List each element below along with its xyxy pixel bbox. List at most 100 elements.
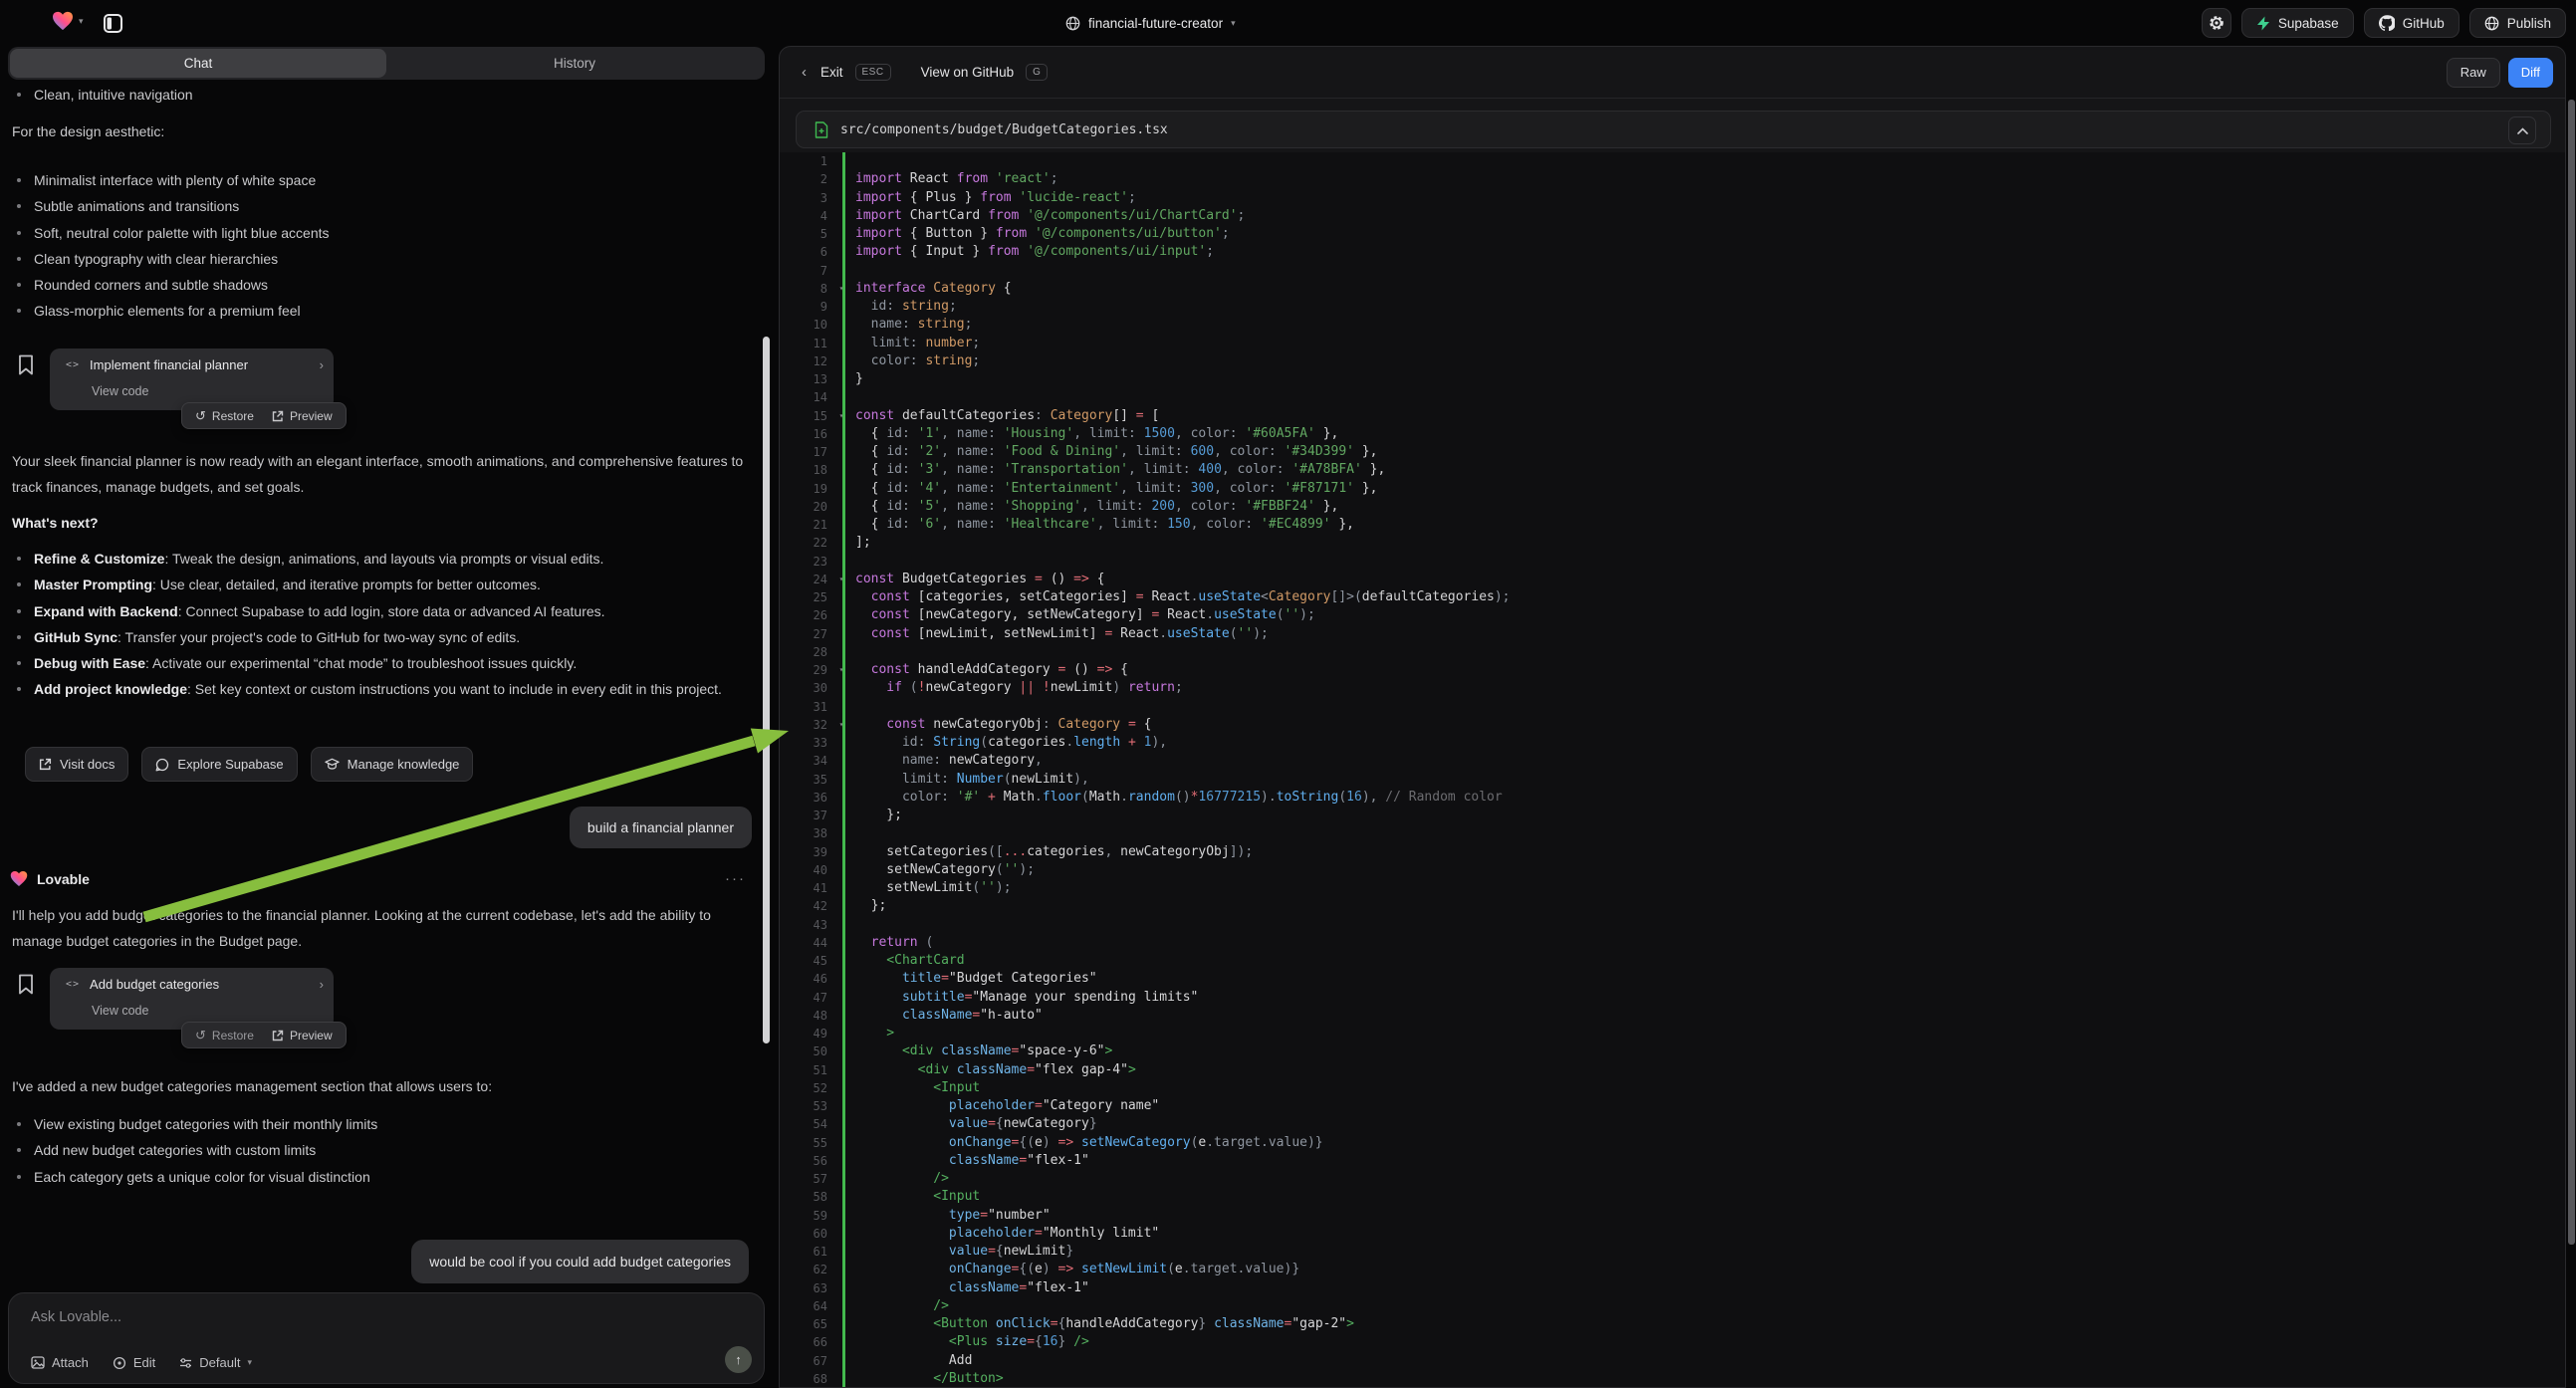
tab-chat[interactable]: Chat xyxy=(10,49,386,78)
fold-gutter xyxy=(827,189,855,207)
code-line: 4import ChartCard from '@/components/ui/… xyxy=(780,207,2565,225)
line-number: 33 xyxy=(780,734,827,752)
file-path-bar[interactable]: src/components/budget/BudgetCategories.t… xyxy=(796,111,2551,148)
explore-supabase-button[interactable]: Explore Supabase xyxy=(141,747,297,782)
composer[interactable]: Ask Lovable... Attach Edit xyxy=(8,1292,765,1384)
assistant-message-1: I'll help you add budget categories to t… xyxy=(12,902,757,955)
code-text: <Button onClick={handleAddCategory} clas… xyxy=(855,1315,1354,1333)
publish-button[interactable]: Publish xyxy=(2469,8,2566,38)
code-line: 49 > xyxy=(780,1025,2565,1042)
restore-button[interactable]: ↺ Restore xyxy=(186,1028,263,1043)
fold-chevron-icon[interactable]: ▾ xyxy=(827,571,855,588)
code-text: placeholder="Monthly limit" xyxy=(855,1225,1159,1243)
view-code-link[interactable]: View code xyxy=(92,384,148,398)
line-number: 26 xyxy=(780,606,827,624)
bookmark-icon[interactable] xyxy=(18,354,34,375)
fold-chevron-icon[interactable]: ▾ xyxy=(827,661,855,679)
chevron-down-icon: ▾ xyxy=(247,1357,252,1368)
attach-label: Attach xyxy=(52,1355,89,1370)
composer-toolbar: Attach Edit Default xyxy=(31,1355,252,1370)
fold-gutter xyxy=(827,606,855,624)
chat-scrollbar[interactable] xyxy=(763,337,770,1043)
code-line: 42 }; xyxy=(780,897,2565,915)
preview-button[interactable]: Preview xyxy=(263,1029,342,1042)
send-button[interactable]: ↑ xyxy=(725,1346,752,1373)
manage-knowledge-button[interactable]: Manage knowledge xyxy=(311,747,474,782)
restore-label: Restore xyxy=(212,409,254,423)
fold-gutter xyxy=(827,1207,855,1225)
list-item: Add new budget categories with custom li… xyxy=(0,1137,757,1163)
line-number: 65 xyxy=(780,1315,827,1333)
editor-scrollbar[interactable] xyxy=(2568,100,2575,1245)
diff-toggle-button[interactable]: Diff xyxy=(2508,58,2553,88)
list-item: Minimalist interface with plenty of whit… xyxy=(0,167,757,193)
code-editor-panel: ‹ Exit ESC View on GitHub G Raw Diff src… xyxy=(779,46,2566,1388)
edit-card-implement-financial-planner[interactable]: <> Implement financial planner › View co… xyxy=(50,348,334,410)
code-line: 25 const [categories, setCategories] = R… xyxy=(780,588,2565,606)
bullet-icon xyxy=(17,1148,21,1152)
raw-toggle-button[interactable]: Raw xyxy=(2447,58,2500,88)
preview-button[interactable]: Preview xyxy=(263,409,342,423)
code-text: }; xyxy=(855,897,886,915)
fold-gutter xyxy=(827,789,855,807)
supabase-button[interactable]: Supabase xyxy=(2241,8,2354,38)
view-code-link[interactable]: View code xyxy=(92,1004,148,1018)
restore-button[interactable]: ↺ Restore xyxy=(186,408,263,424)
code-line: 66 <Plus size={16} /> xyxy=(780,1333,2565,1351)
tab-history[interactable]: History xyxy=(386,49,763,78)
code-text: setNewCategory(''); xyxy=(855,861,1035,879)
exit-button[interactable]: Exit xyxy=(820,65,843,80)
code-line: 56 className="flex-1" xyxy=(780,1152,2565,1170)
preview-label: Preview xyxy=(290,1029,333,1042)
line-number: 23 xyxy=(780,553,827,571)
back-chevron-icon[interactable]: ‹ xyxy=(802,64,807,81)
graduation-cap-icon xyxy=(325,758,340,771)
code-text: onChange={(e) => setNewCategory(e.target… xyxy=(855,1134,1323,1152)
code-line: 15▾const defaultCategories: Category[] =… xyxy=(780,407,2565,425)
chevron-right-icon: › xyxy=(320,357,324,372)
collapse-file-button[interactable] xyxy=(2508,116,2536,144)
code-line: 63 className="flex-1" xyxy=(780,1279,2565,1297)
fold-chevron-icon[interactable]: ▾ xyxy=(827,716,855,734)
code-view[interactable]: 12import React from 'react';3import { Pl… xyxy=(780,152,2565,1387)
github-button[interactable]: GitHub xyxy=(2364,8,2459,38)
edit-mode-button[interactable]: Edit xyxy=(113,1355,155,1370)
line-number: 42 xyxy=(780,897,827,915)
code-text: value={newLimit} xyxy=(855,1243,1073,1261)
fold-chevron-icon[interactable]: ▾ xyxy=(827,407,855,425)
visit-docs-button[interactable]: Visit docs xyxy=(25,747,128,782)
fold-gutter xyxy=(827,643,855,661)
fold-gutter xyxy=(827,1007,855,1025)
code-text: name: string; xyxy=(855,316,972,334)
attach-button[interactable]: Attach xyxy=(31,1355,89,1370)
settings-button[interactable] xyxy=(2202,8,2231,38)
code-line: 46 title="Budget Categories" xyxy=(780,970,2565,988)
code-line: 3import { Plus } from 'lucide-react'; xyxy=(780,189,2565,207)
fold-gutter xyxy=(827,1134,855,1152)
code-line: 30 if (!newCategory || !newLimit) return… xyxy=(780,679,2565,697)
code-line: 34 name: newCategory, xyxy=(780,752,2565,770)
edit-card-add-budget-categories[interactable]: <> Add budget categories › View code xyxy=(50,968,334,1030)
chat-input[interactable]: Ask Lovable... xyxy=(31,1309,121,1325)
view-on-github-button[interactable]: View on GitHub xyxy=(921,65,1015,80)
fold-chevron-icon[interactable]: ▾ xyxy=(827,280,855,298)
list-item: Master Prompting: Use clear, detailed, a… xyxy=(0,572,745,597)
code-line: 48 className="h-auto" xyxy=(780,1007,2565,1025)
line-number: 4 xyxy=(780,207,827,225)
fold-gutter xyxy=(827,1170,855,1188)
code-text: import { Button } from '@/components/ui/… xyxy=(855,225,1230,243)
line-number: 24 xyxy=(780,571,827,588)
message-menu-icon[interactable]: ··· xyxy=(725,870,746,887)
line-number: 30 xyxy=(780,679,827,697)
code-line: 10 name: string; xyxy=(780,316,2565,334)
code-text: { id: '3', name: 'Transportation', limit… xyxy=(855,461,1385,479)
model-selector[interactable]: Default ▾ xyxy=(179,1355,252,1370)
line-number: 19 xyxy=(780,480,827,498)
project-switcher[interactable]: financial-future-creator ▾ xyxy=(1065,10,1236,36)
bookmark-icon[interactable] xyxy=(18,974,34,995)
line-number: 1 xyxy=(780,152,827,170)
fold-gutter xyxy=(827,1061,855,1079)
explore-supabase-label: Explore Supabase xyxy=(177,757,283,772)
fold-gutter xyxy=(827,298,855,316)
code-line: 16 { id: '1', name: 'Housing', limit: 15… xyxy=(780,425,2565,443)
